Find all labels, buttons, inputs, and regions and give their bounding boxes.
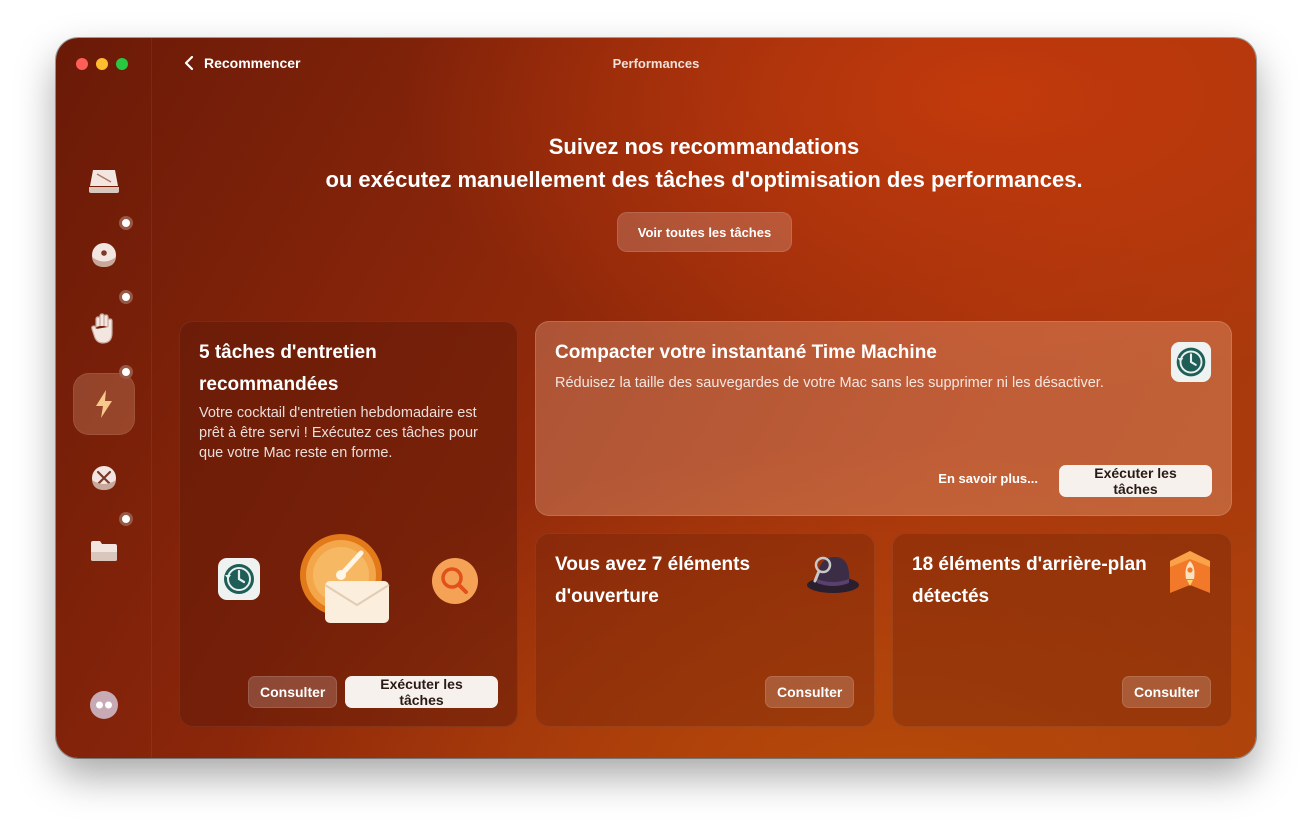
card-title: Compacter votre instantané Time Machine [555, 342, 937, 363]
time-machine-icon [218, 558, 260, 600]
card-title: 18 éléments d'arrière-plan détectés [912, 554, 1147, 607]
sidebar-assistant[interactable] [73, 674, 135, 736]
rocket-launch-icon [1170, 551, 1210, 593]
background-items-card: 18 éléments d'arrière-plan détectés Cons… [892, 533, 1232, 727]
sidebar [56, 38, 152, 758]
assistant-icon [90, 691, 118, 719]
card-description: Votre cocktail d'entretien hebdomadaire … [199, 405, 478, 461]
sidebar-item-performance[interactable] [73, 365, 135, 435]
headline-line1: Suivez nos recommandations [548, 134, 860, 159]
view-all-tasks-button[interactable]: Voir toutes les tâches [617, 212, 792, 252]
card-title: 5 tâches d'entretien recommandées [199, 342, 377, 395]
card-description: Réduisez la taille des sauvegardes de vo… [555, 375, 1104, 391]
sidebar-item-applications[interactable] [73, 446, 135, 508]
badge-dot [119, 290, 133, 304]
consult-button[interactable]: Consulter [1122, 676, 1211, 708]
time-machine-card: Compacter votre instantané Time Machine … [535, 321, 1232, 516]
login-items-card: Vous avez 7 éléments d'ouverture Consult… [535, 533, 875, 727]
card-title: Vous avez 7 éléments d'ouverture [555, 554, 751, 607]
run-tasks-button[interactable]: Exécuter les tâches [1059, 465, 1212, 497]
learn-more-link[interactable]: En savoir plus... [938, 471, 1038, 486]
folder-icon [91, 541, 117, 561]
lightning-icon [96, 390, 112, 418]
shield-ball-icon [92, 243, 116, 267]
maintenance-card: 5 tâches d'entretien recommandées Votre … [179, 321, 518, 727]
badge-dot [119, 216, 133, 230]
window-title: Performances [612, 56, 700, 71]
hand-stop-icon [91, 313, 113, 344]
time-machine-icon [1170, 341, 1212, 383]
tools-icon [92, 466, 116, 490]
maintenance-gauge-icon [300, 534, 390, 623]
magician-hat-icon [807, 556, 859, 593]
search-magnifier-icon [432, 558, 478, 604]
sidebar-item-files[interactable] [73, 512, 135, 582]
laptop-drive-icon [89, 170, 119, 193]
run-tasks-button[interactable]: Exécuter les tâches [345, 676, 498, 708]
sidebar-item-privacy[interactable] [73, 290, 135, 360]
consult-button[interactable]: Consulter [248, 676, 337, 708]
badge-dot [119, 512, 133, 526]
sidebar-item-cleanup[interactable] [73, 150, 135, 212]
page-headline: Suivez nos recommandations ou exécutez m… [152, 130, 1256, 196]
badge-dot [119, 365, 133, 379]
consult-button[interactable]: Consulter [765, 676, 854, 708]
headline-line2: ou exécutez manuellement des tâches d'op… [325, 167, 1083, 192]
sidebar-item-protection[interactable] [73, 216, 135, 286]
app-window: Recommencer Performances Suivez nos reco… [56, 38, 1256, 758]
